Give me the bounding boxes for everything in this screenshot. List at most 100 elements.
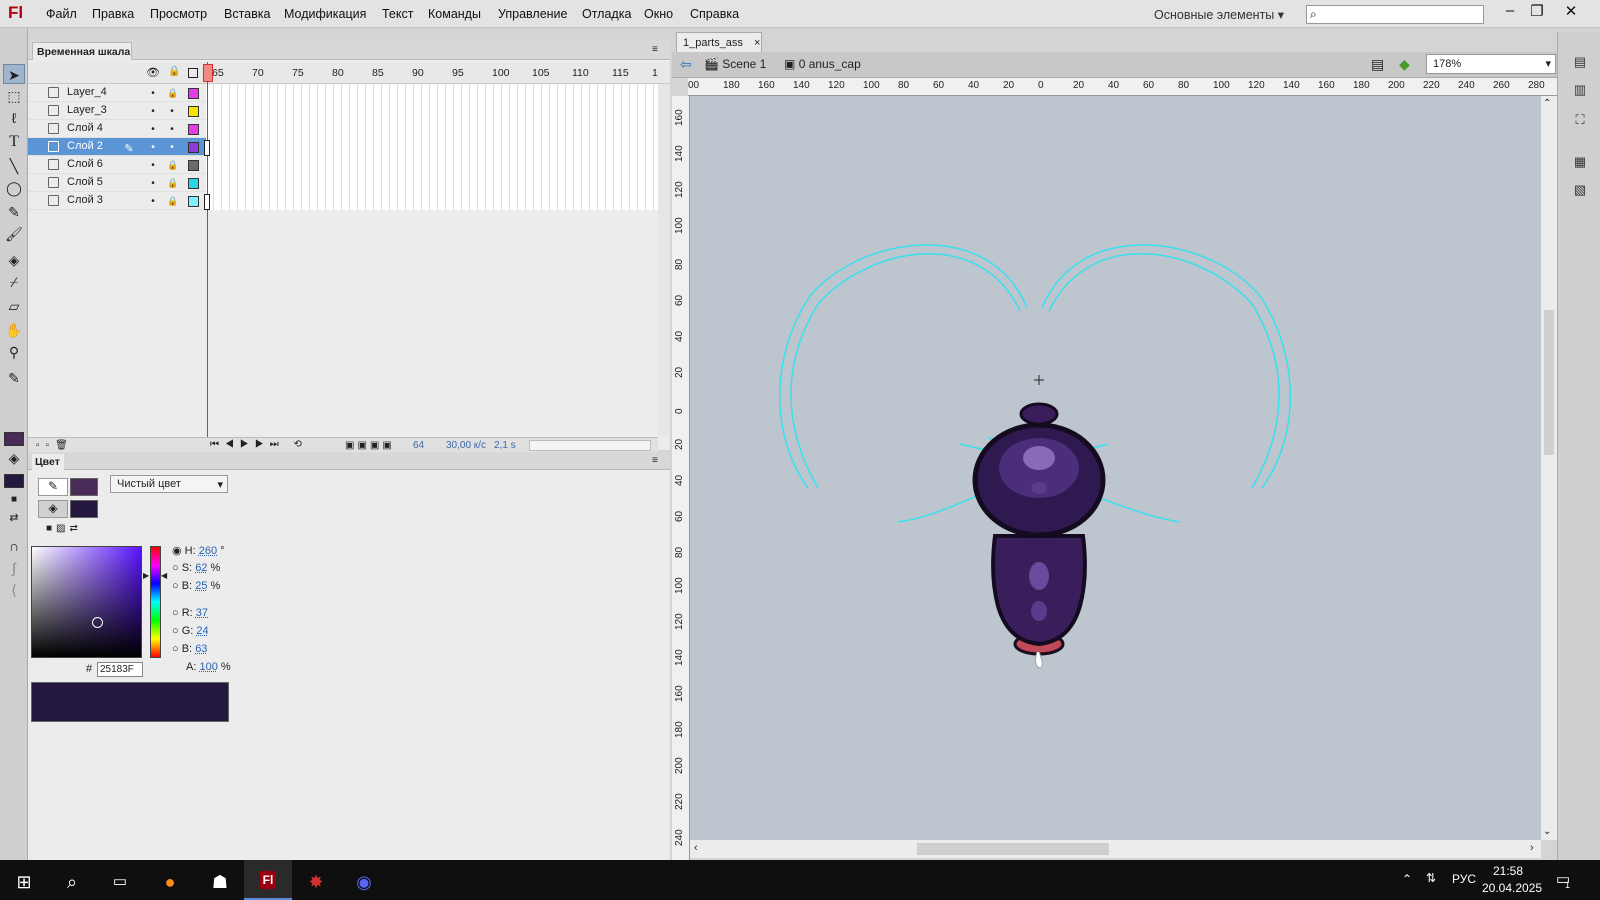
input-language[interactable]: РУС [1452, 872, 1476, 886]
tray-chevron-icon[interactable]: ⌃ [1402, 872, 1412, 886]
menu-item[interactable]: Текст [382, 7, 413, 21]
selection-tool-icon[interactable]: ➤ [3, 64, 25, 84]
hue-value[interactable]: 260 [199, 545, 217, 557]
layer-color-swatch[interactable] [188, 124, 199, 135]
lock-icon[interactable]: 🔒 [167, 160, 178, 171]
back-arrow-icon[interactable]: ⇦ [680, 56, 692, 73]
radio-checked-icon[interactable]: ◉ [172, 545, 182, 557]
edit-symbol-icon[interactable]: ◆ [1399, 56, 1410, 73]
timeline-hscroll[interactable] [529, 440, 651, 451]
workspace-switcher[interactable]: Основные элементы ▾ [1154, 7, 1284, 22]
playhead[interactable] [203, 64, 213, 82]
scene-breadcrumb[interactable]: 🎬 Scene 1 [704, 57, 766, 71]
clock-date[interactable]: 20.04.2025 [1482, 881, 1542, 895]
color-mini-buttons[interactable]: ■▨⇄ [46, 523, 82, 534]
timeline-tab[interactable]: Временная шкала [32, 42, 132, 60]
fill-bucket-icon[interactable]: ◈ [38, 500, 68, 518]
help-search-input[interactable]: ⌕ [1306, 5, 1484, 24]
layer-row[interactable]: Layer_4 • 🔒 [28, 84, 206, 102]
red-value[interactable]: 37 [196, 607, 208, 619]
menu-item[interactable]: Правка [92, 7, 134, 21]
fill-swatch[interactable] [70, 500, 98, 518]
paint-bucket-tool-icon[interactable]: ◈ [3, 250, 25, 270]
oval-tool-icon[interactable]: ◯ [3, 178, 25, 198]
eye-icon[interactable]: 👁 [146, 66, 160, 79]
clock-time[interactable]: 21:58 [1493, 864, 1523, 878]
visibility-dot-icon[interactable]: • [148, 178, 158, 189]
eraser-tool-icon[interactable]: ▱ [3, 296, 25, 316]
subselection-tool-icon[interactable]: ⬚ [3, 86, 25, 106]
restore-button[interactable]: ❐ [1524, 2, 1550, 22]
lock-icon[interactable]: 🔒 [168, 66, 180, 77]
onion-skin-buttons[interactable]: ▣▣▣▣ [345, 440, 395, 451]
layer-name[interactable]: Слой 2 [67, 140, 103, 152]
timeline-vscroll[interactable] [658, 84, 670, 436]
hand-tool-icon[interactable]: ✋ [3, 320, 25, 340]
document-tab[interactable]: 1_parts_ass × [676, 32, 762, 52]
radio-icon[interactable]: ○ [172, 580, 179, 592]
layer-color-swatch[interactable] [188, 142, 199, 153]
hex-input[interactable]: 25183F [97, 662, 143, 677]
saturation-brightness-picker[interactable] [31, 546, 142, 658]
panel-menu-icon[interactable]: ≡ [652, 44, 658, 55]
layer-color-swatch[interactable] [188, 178, 199, 189]
red-app-icon[interactable]: ✸ [292, 864, 340, 900]
alpha-value[interactable]: 100 [199, 661, 217, 673]
lock-icon[interactable]: 🔒 [167, 88, 178, 99]
pencil-tool-icon[interactable]: ✎ [3, 202, 25, 222]
text-tool-icon[interactable]: T [3, 132, 25, 152]
animate-app-icon[interactable]: Fl [244, 860, 292, 900]
hue-slider[interactable] [150, 546, 161, 658]
panel-menu-icon[interactable]: ≡ [652, 455, 658, 466]
properties-panel-icon[interactable]: ▤ [1570, 54, 1590, 72]
brightness-value[interactable]: 25 [195, 580, 207, 592]
default-colors-icon[interactable]: ■ [3, 490, 25, 510]
radio-icon[interactable]: ○ [172, 562, 179, 574]
align-panel-icon[interactable]: ▦ [1570, 154, 1590, 172]
visibility-dot-icon[interactable]: • [148, 142, 158, 153]
radio-icon[interactable]: ○ [172, 625, 179, 637]
brush-tool-icon[interactable]: 🖌 [3, 224, 25, 244]
discord-icon[interactable]: ◉ [340, 864, 388, 900]
firefox-icon[interactable]: ● [146, 864, 194, 900]
green-value[interactable]: 24 [196, 625, 208, 637]
layer-color-swatch[interactable] [188, 160, 199, 171]
search-icon[interactable]: ⌕ [48, 864, 96, 900]
stage-hscroll-thumb[interactable] [917, 843, 1109, 855]
layer-color-swatch[interactable] [188, 106, 199, 117]
library-panel-icon[interactable]: ▥ [1570, 82, 1590, 100]
frame-rate[interactable]: 30,00 к/с [446, 440, 486, 451]
swap-colors-icon[interactable]: ⇄ [3, 508, 25, 528]
frames-grid[interactable] [206, 84, 658, 210]
layer-color-swatch[interactable] [188, 196, 199, 207]
lock-dot-icon[interactable]: • [167, 124, 177, 135]
zoom-tool-icon[interactable]: ⚲ [3, 342, 25, 362]
swatches-panel-icon[interactable]: ▧ [1570, 182, 1590, 200]
playback-controls[interactable]: ⏮◀▶▶⏭ ⟲ [210, 439, 308, 450]
stage-vscroll-thumb[interactable] [1544, 310, 1554, 455]
visibility-dot-icon[interactable]: • [148, 88, 158, 99]
layer-row[interactable]: Layer_3 • • [28, 102, 206, 120]
fill-color-swatch[interactable] [4, 474, 24, 488]
layer-name[interactable]: Layer_3 [67, 104, 107, 116]
lock-icon[interactable]: 🔒 [167, 196, 178, 207]
transform-panel-icon[interactable]: ⛶ [1570, 112, 1590, 130]
lock-icon[interactable]: 🔒 [167, 178, 178, 189]
stage-vscroll[interactable] [1541, 96, 1557, 840]
menu-item[interactable]: Команды [428, 7, 481, 21]
scroll-up-icon[interactable]: ⌃ [1543, 98, 1551, 109]
straighten-icon[interactable]: ⟨ [3, 580, 25, 600]
blue-value[interactable]: 63 [195, 643, 207, 655]
radio-icon[interactable]: ○ [172, 643, 179, 655]
picker-cursor[interactable] [92, 617, 103, 628]
elapsed-time[interactable]: 2,1 s [494, 440, 516, 451]
snap-magnet-icon[interactable]: ∩ [3, 536, 25, 556]
menu-item[interactable]: Файл [46, 7, 77, 21]
outline-toggle-icon[interactable] [188, 68, 198, 78]
layer-name[interactable]: Слой 5 [67, 176, 103, 188]
network-icon[interactable]: ⇅ [1426, 871, 1436, 885]
lasso-tool-icon[interactable]: ℓ [3, 108, 25, 128]
line-tool-icon[interactable]: ╲ [3, 156, 25, 176]
stage-canvas[interactable] [690, 96, 1541, 840]
menu-item[interactable]: Справка [690, 7, 739, 21]
